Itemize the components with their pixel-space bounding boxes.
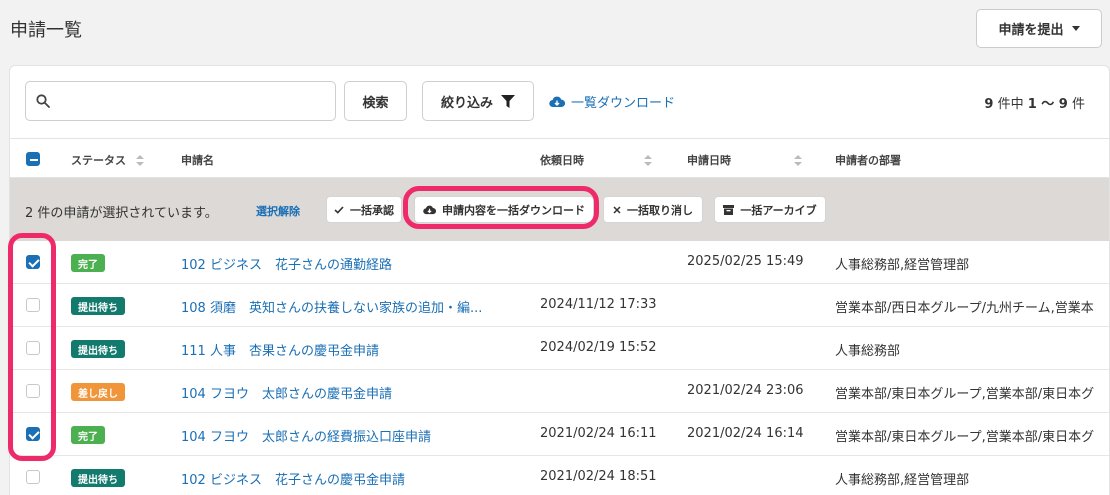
applied-at-cell: 2025/02/25 15:49 bbox=[687, 254, 804, 269]
requested-at-cell: 2024/11/12 17:33 bbox=[540, 297, 657, 312]
bulk-archive-label: 一括アーカイブ bbox=[740, 203, 817, 217]
search-button-label: 検索 bbox=[362, 95, 389, 111]
requested-at-cell: 2021/02/24 16:11 bbox=[540, 426, 657, 441]
applied-at-cell: 2021/02/24 23:06 bbox=[687, 383, 804, 398]
page-title: 申請一覧 bbox=[10, 20, 82, 41]
clear-selection-link[interactable]: 選択解除 bbox=[256, 203, 300, 219]
column-header-name: 申請名 bbox=[181, 152, 214, 168]
status-badge: 提出待ち bbox=[71, 469, 125, 487]
row-checkbox[interactable] bbox=[26, 470, 40, 484]
column-header-name-label: 申請名 bbox=[181, 154, 214, 167]
column-header-applied-at[interactable]: 申請日時 bbox=[687, 152, 802, 168]
row-checkbox[interactable] bbox=[26, 341, 40, 355]
bulk-archive-button[interactable]: 一括アーカイブ bbox=[714, 196, 826, 223]
sort-icon bbox=[794, 154, 802, 166]
table-row[interactable]: 完了 104 フヨウ 太郎さんの経費振込口座申請 2021/02/24 16:11 2… bbox=[10, 413, 1109, 456]
applied-at-cell: 2021/02/24 16:14 bbox=[687, 426, 804, 441]
submit-application-button[interactable]: 申請を提出 bbox=[976, 9, 1102, 48]
department-cell: 人事総務部,経営管理部 bbox=[835, 258, 970, 273]
select-all-checkbox[interactable] bbox=[26, 152, 40, 166]
search-icon bbox=[36, 94, 50, 108]
applications-card: 検索 絞り込み 一覧ダウンロード 9 件中 1 〜 9 件 ステータス 申請名 … bbox=[9, 65, 1110, 495]
column-header-applied-at-label: 申請日時 bbox=[687, 154, 731, 167]
status-badge: 完了 bbox=[71, 426, 105, 444]
archive-icon bbox=[723, 204, 735, 215]
row-checkbox[interactable] bbox=[26, 298, 40, 312]
search-box bbox=[25, 81, 336, 121]
status-badge: 差し戻し bbox=[71, 383, 125, 401]
row-checkbox[interactable] bbox=[26, 384, 40, 398]
status-badge: 完了 bbox=[71, 254, 105, 272]
application-name-link[interactable]: 104 フヨウ 太郎さんの慶弔金申請 bbox=[181, 383, 511, 402]
table-row[interactable]: 差し戻し 104 フヨウ 太郎さんの慶弔金申請 2021/02/24 23:06 営業… bbox=[10, 370, 1109, 413]
department-cell: 営業本部/東日本グループ,営業本部/東日本グ bbox=[835, 387, 1095, 402]
check-icon bbox=[334, 205, 344, 214]
column-header-department: 申請者の部署 bbox=[835, 152, 901, 168]
table-row[interactable]: 完了 102 ビジネス 花子さんの通勤経路 2025/02/25 15:49 人事総務… bbox=[10, 241, 1109, 284]
department-cell: 人事総務部,経営管理部 bbox=[835, 473, 970, 488]
close-icon bbox=[613, 205, 621, 214]
column-header-requested-at-label: 依頼日時 bbox=[540, 154, 584, 167]
column-header-status-label: ステータス bbox=[71, 154, 126, 167]
count-suffix-text: 件 bbox=[1067, 97, 1085, 112]
table-row[interactable]: 提出待ち 108 須磨 英知さんの扶養しない家族の追加・編... 2024/11/1… bbox=[10, 284, 1109, 327]
filter-button-label: 絞り込み bbox=[440, 95, 493, 111]
bulk-approve-button[interactable]: 一括承認 bbox=[326, 196, 402, 223]
department-cell: 営業本部/西日本グループ/九州チーム,営業本 bbox=[835, 301, 1094, 316]
bulk-download-button[interactable]: 申請内容を一括ダウンロード bbox=[414, 196, 594, 223]
application-name-link[interactable]: 108 須磨 英知さんの扶養しない家族の追加・編... bbox=[181, 297, 511, 316]
table-row[interactable]: 提出待ち 102 ビジネス 花子さんの慶弔金申請 2021/02/24 18:51 人… bbox=[10, 456, 1109, 495]
status-badge: 提出待ち bbox=[71, 297, 125, 315]
application-name-link[interactable]: 102 ビジネス 花子さんの通勤経路 bbox=[181, 254, 511, 273]
selection-count-text: 2 件の申請が選択されています。 bbox=[25, 206, 218, 221]
filter-button[interactable]: 絞り込み bbox=[422, 81, 534, 121]
table-header: ステータス 申請名 依頼日時 申請日時 申請者の部署 bbox=[10, 138, 1109, 178]
application-name-link[interactable]: 111 人事 杏果さんの慶弔金申請 bbox=[181, 340, 511, 359]
list-download-link[interactable]: 一覧ダウンロード bbox=[549, 92, 675, 111]
department-cell: 営業本部/東日本グループ,営業本部/東日本グ bbox=[835, 430, 1095, 445]
requested-at-cell: 2024/02/19 15:52 bbox=[540, 340, 657, 355]
sort-icon bbox=[644, 154, 652, 166]
bulk-approve-label: 一括承認 bbox=[350, 203, 394, 217]
cloud-download-icon bbox=[423, 205, 436, 214]
filter-icon bbox=[501, 94, 515, 108]
caret-down-icon bbox=[1071, 26, 1080, 31]
bulk-download-label: 申請内容を一括ダウンロード bbox=[442, 203, 585, 217]
sort-icon bbox=[136, 154, 144, 166]
bulk-action-bar: 2 件の申請が選択されています。 選択解除 一括承認 申請内容を一括ダウンロード… bbox=[10, 178, 1109, 241]
result-count: 9 件中 1 〜 9 件 bbox=[984, 93, 1085, 112]
search-input[interactable] bbox=[56, 88, 326, 114]
bulk-cancel-button[interactable]: 一括取り消し bbox=[603, 196, 703, 223]
column-header-status[interactable]: ステータス bbox=[71, 152, 144, 168]
row-checkbox[interactable] bbox=[26, 427, 40, 441]
column-header-requested-at[interactable]: 依頼日時 bbox=[540, 152, 652, 168]
list-download-label: 一覧ダウンロード bbox=[571, 96, 676, 111]
bulk-cancel-label: 一括取り消し bbox=[627, 203, 693, 217]
search-button[interactable]: 検索 bbox=[344, 81, 407, 121]
cloud-download-icon bbox=[549, 96, 565, 107]
count-range: 1 〜 9 bbox=[1027, 97, 1068, 112]
column-header-department-label: 申請者の部署 bbox=[835, 154, 901, 167]
application-name-link[interactable]: 104 フヨウ 太郎さんの経費振込口座申請 bbox=[181, 426, 511, 445]
requested-at-cell: 2021/02/24 18:51 bbox=[540, 469, 657, 484]
status-badge: 提出待ち bbox=[71, 340, 125, 358]
application-name-link[interactable]: 102 ビジネス 花子さんの慶弔金申請 bbox=[181, 469, 511, 488]
row-checkbox[interactable] bbox=[26, 255, 40, 269]
count-mid-text: 件中 bbox=[993, 97, 1028, 112]
department-cell: 人事総務部 bbox=[835, 344, 901, 359]
table-row[interactable]: 提出待ち 111 人事 杏果さんの慶弔金申請 2024/02/19 15:52 人事総… bbox=[10, 327, 1109, 370]
submit-application-label: 申請を提出 bbox=[998, 23, 1064, 38]
